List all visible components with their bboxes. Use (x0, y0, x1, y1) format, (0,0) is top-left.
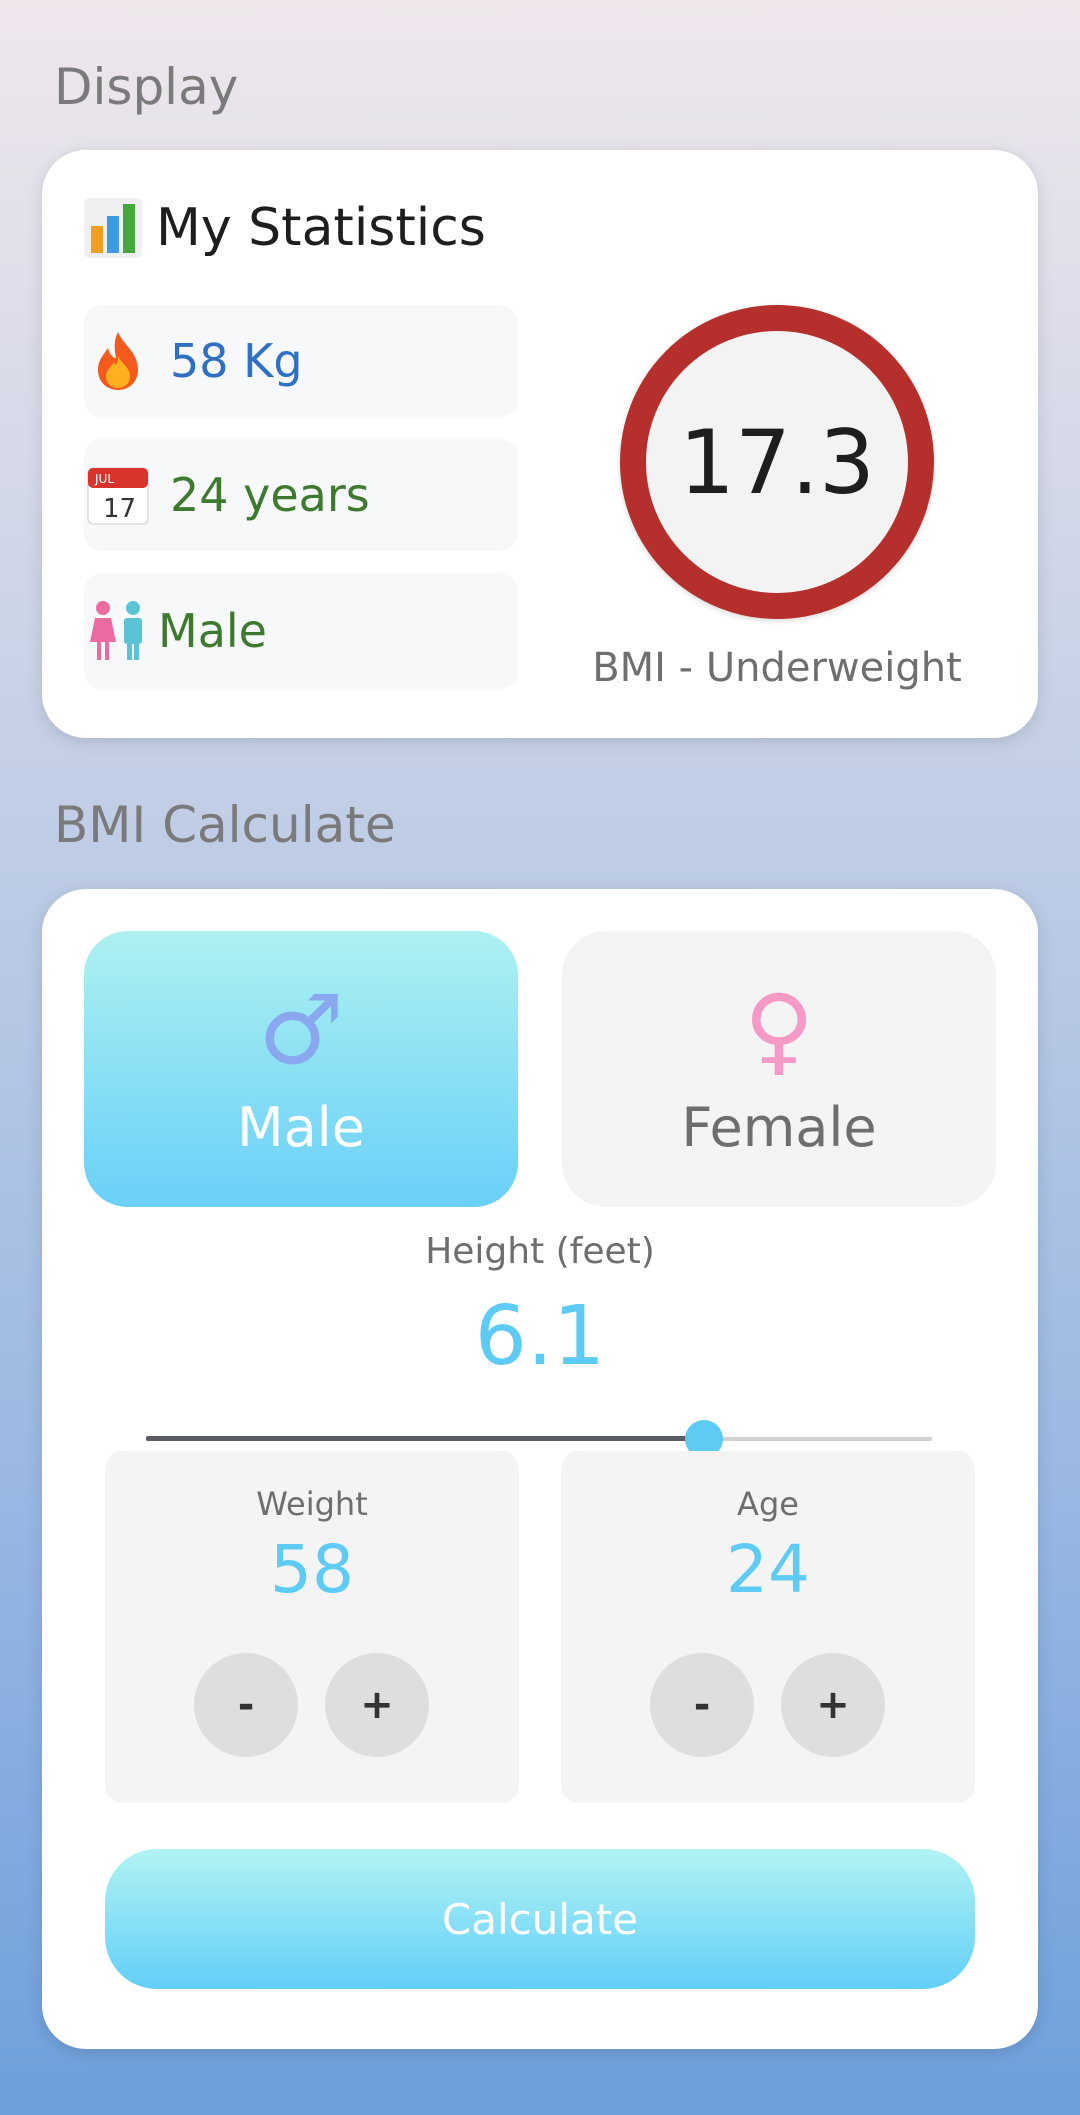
bmi-value: 17.3 (679, 410, 875, 514)
bmi-ring: 17.3 (620, 305, 934, 619)
female-button[interactable]: ♀ Female (562, 931, 996, 1207)
calendar-icon: JUL 17 (86, 463, 150, 527)
height-value: 6.1 (474, 1289, 606, 1384)
age-minus-button[interactable]: - (650, 1653, 754, 1757)
calendar-day: 17 (103, 494, 136, 524)
age-stat: JUL 17 24 years (84, 439, 518, 551)
male-icon: ♂ (257, 973, 345, 1086)
slider-fill (146, 1436, 705, 1441)
female-icon: ♀ (743, 973, 815, 1086)
weight-stat-value: 58 Kg (170, 334, 303, 388)
weight-counter: Weight 58 - + (105, 1451, 519, 1803)
male-button[interactable]: ♂ Male (84, 931, 518, 1207)
calculate-button[interactable]: Calculate (105, 1849, 975, 1989)
age-stat-value: 24 years (170, 468, 370, 522)
calendar-month: JUL (94, 472, 114, 486)
people-icon (86, 599, 150, 663)
stats-title: My Statistics (156, 198, 486, 258)
calculator-card: ♂ Male ♀ Female Height (feet) 6.1 Weight… (42, 889, 1038, 2049)
age-label: Age (737, 1485, 799, 1523)
gender-stat-value: Male (158, 604, 267, 658)
bar-chart-icon (84, 198, 142, 258)
gender-stat: Male (84, 573, 518, 689)
age-counter: Age 24 - + (561, 1451, 975, 1803)
weight-value: 58 (270, 1531, 354, 1608)
age-value: 24 (726, 1531, 810, 1608)
display-section-title: Display (54, 58, 239, 116)
calculate-section-title: BMI Calculate (54, 796, 396, 854)
height-label: Height (feet) (425, 1231, 655, 1272)
fire-icon (86, 329, 150, 393)
weight-stat: 58 Kg (84, 305, 518, 417)
age-plus-button[interactable]: + (781, 1653, 885, 1757)
weight-label: Weight (256, 1485, 368, 1523)
statistics-card: My Statistics 58 Kg JUL 17 24 years Male… (42, 150, 1038, 738)
weight-plus-button[interactable]: + (325, 1653, 429, 1757)
male-label: Male (237, 1095, 365, 1159)
female-label: Female (681, 1095, 877, 1159)
bmi-caption: BMI - Underweight (592, 645, 962, 691)
stats-header: My Statistics (84, 198, 486, 258)
weight-minus-button[interactable]: - (194, 1653, 298, 1757)
